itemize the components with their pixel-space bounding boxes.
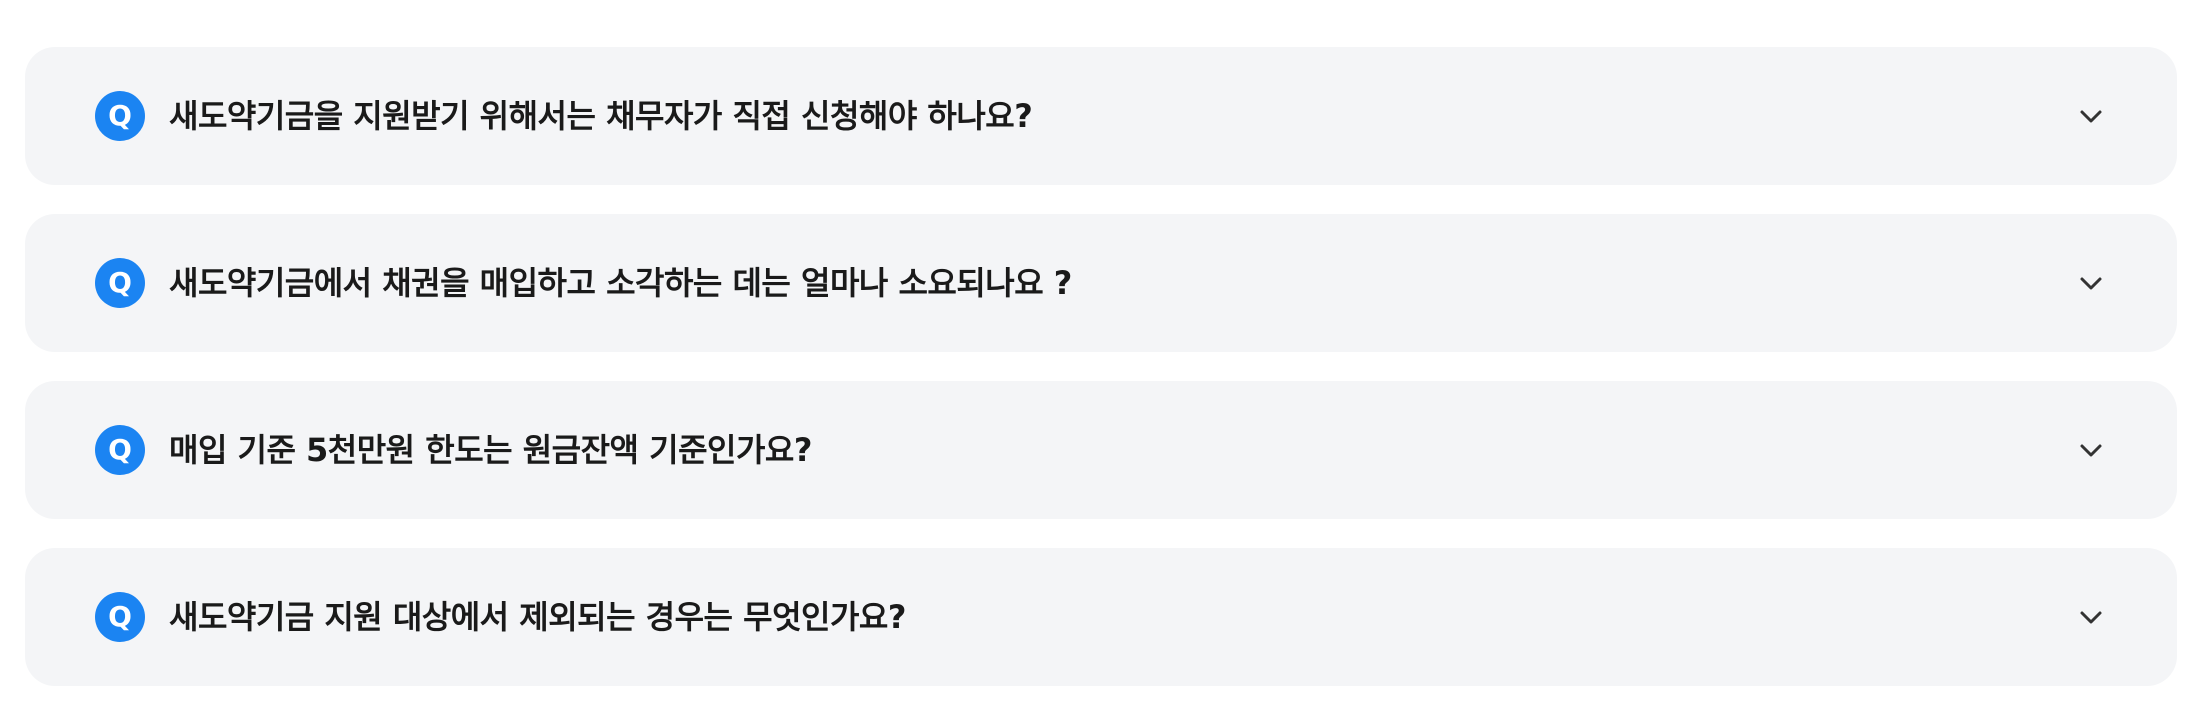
q-badge-icon: Q bbox=[95, 592, 145, 642]
chevron-down-icon[interactable] bbox=[2077, 603, 2105, 631]
faq-question: 새도약기금에서 채권을 매입하고 소각하는 데는 얼마나 소요되나요 ? bbox=[169, 264, 1072, 302]
chevron-down-icon[interactable] bbox=[2077, 269, 2105, 297]
q-badge-icon: Q bbox=[95, 425, 145, 475]
faq-item[interactable]: Q 새도약기금 지원 대상에서 제외되는 경우는 무엇인가요? bbox=[25, 548, 2177, 686]
faq-question: 매입 기준 5천만원 한도는 원금잔액 기준인가요? bbox=[169, 431, 812, 469]
faq-question: 새도약기금을 지원받기 위해서는 채무자가 직접 신청해야 하나요? bbox=[169, 97, 1033, 135]
faq-item[interactable]: Q 매입 기준 5천만원 한도는 원금잔액 기준인가요? bbox=[25, 381, 2177, 519]
q-badge-icon: Q bbox=[95, 91, 145, 141]
faq-item[interactable]: Q 새도약기금에서 채권을 매입하고 소각하는 데는 얼마나 소요되나요 ? bbox=[25, 214, 2177, 352]
faq-list: Q 새도약기금을 지원받기 위해서는 채무자가 직접 신청해야 하나요? Q 새… bbox=[0, 0, 2199, 706]
q-badge-icon: Q bbox=[95, 258, 145, 308]
chevron-down-icon[interactable] bbox=[2077, 436, 2105, 464]
faq-question: 새도약기금 지원 대상에서 제외되는 경우는 무엇인가요? bbox=[169, 598, 906, 636]
faq-item[interactable]: Q 새도약기금을 지원받기 위해서는 채무자가 직접 신청해야 하나요? bbox=[25, 47, 2177, 185]
chevron-down-icon[interactable] bbox=[2077, 102, 2105, 130]
